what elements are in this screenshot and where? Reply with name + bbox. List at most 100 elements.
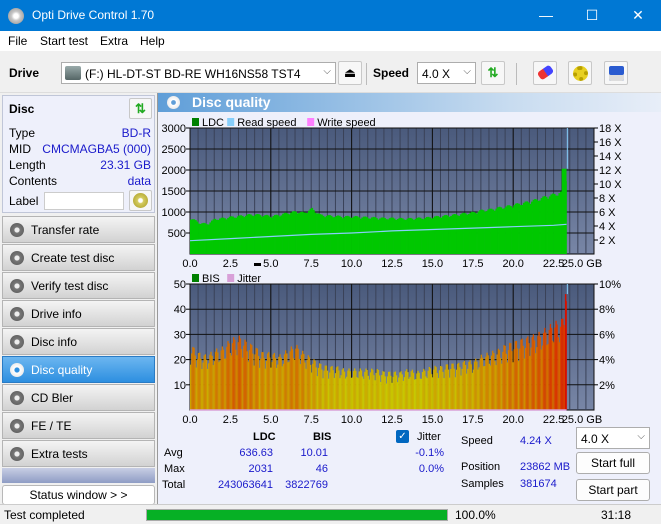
x-tick-label: 10.0 [341,258,362,270]
x-tick-label: 7.5 [304,414,319,426]
ldc-avg: 636.63 [239,447,273,459]
sidebar-spacer [2,468,155,483]
nav-cd-bler[interactable]: CD Bler [2,384,155,411]
nav-label: Transfer rate [31,223,100,237]
start-part-button[interactable]: Start part [576,479,650,501]
nav-label: Extra tests [31,447,88,461]
y2-tick-label: 8 X [599,193,616,205]
eject-icon: ⏏ [343,65,357,80]
disc-row-type: Type BD-R [9,126,151,142]
nav-disc-info[interactable]: Disc info [2,328,155,355]
x-tick-label: 7.5 [304,258,319,270]
disc-refresh-button[interactable]: ⇅ [129,98,152,119]
eraser-icon [536,64,555,81]
disc-icon [10,307,24,321]
label-input[interactable] [44,192,124,210]
minimize-button[interactable]: — [523,0,569,31]
refresh-arrows-icon: ⇅ [487,65,499,80]
toolbar-separator [366,63,367,85]
legend-swatch [307,118,315,126]
disc-icon [10,363,24,377]
samples-value: 381674 [520,478,557,490]
x-tick-label: 2.5 [223,414,238,426]
nav-disc-quality[interactable]: Disc quality [2,356,155,383]
nav-transfer-rate[interactable]: Transfer rate [2,216,155,243]
settings-button[interactable] [568,61,592,85]
maximize-button[interactable]: ☐ [569,0,615,31]
jitter-max: 0.0% [418,463,444,475]
elapsed-time: 31:18 [601,508,632,522]
x-tick-label: 10.0 [341,414,362,426]
legend-marker [254,263,261,266]
total-label: Total [162,479,186,491]
jitter-checkbox[interactable]: ✓ [396,430,409,443]
y2-tick-label: 6% [599,329,615,341]
disc-icon [167,96,180,109]
legend-label: BIS [202,273,220,285]
menu-extra[interactable]: Extra [100,34,128,48]
avg-label: Avg [164,447,183,459]
chart-1: 10 20 30 40 50 2% 4% 6% 8% 10% 0.0 2.5 5.0 7.5 10.0 12.… [174,263,621,426]
bis-total: 3822769 [285,479,328,491]
nav-verify-test-disc[interactable]: Verify test disc [2,272,155,299]
nav-extra-tests[interactable]: Extra tests [2,440,155,467]
drive-select[interactable]: (F:) HL-DT-ST BD-RE WH16NS58 TST4 ⌵ [61,62,336,84]
legend-swatch [227,274,235,282]
disc-icon [10,391,24,405]
ldc-total: 243063641 [217,479,273,491]
eject-button[interactable]: ⏏ [338,61,362,85]
row-key: Contents [9,174,58,188]
save-button[interactable] [604,61,628,85]
close-button[interactable]: ✕ [615,0,661,31]
y-tick-label: 3000 [162,123,186,135]
erase-button[interactable] [533,61,557,85]
nav-drive-info[interactable]: Drive info [2,300,155,327]
ldc-bar [561,168,567,254]
test-speed-select[interactable]: 4.0 X ⌵ [576,427,650,449]
bis-max: 46 [315,463,328,475]
x-tick-label: 25.0 GB [562,414,602,426]
y2-tick-label: 2% [599,380,615,392]
start-full-button[interactable]: Start full [576,452,650,474]
x-tick-label: 5.0 [263,414,278,426]
speed-select[interactable]: 4.0 X ⌵ [417,62,476,84]
col-ldc-header: LDC [253,431,276,443]
chevron-down-icon: ⌵ [463,66,471,77]
row-key: Length [9,158,46,172]
y-tick-label: 20 [174,355,186,367]
label-disc-button[interactable] [129,190,152,211]
position-value: 23862 MB [520,461,571,473]
y-tick-label: 2500 [162,144,186,156]
progress-bar [146,509,448,521]
nav-label: Create test disc [31,251,115,265]
status-window-button[interactable]: Status window > > [2,485,155,505]
x-tick-label: 25.0 GB [562,258,602,270]
speed-select-value: 4.0 X [422,67,451,81]
legend-label: LDC [202,117,224,129]
x-tick-label: 0.0 [182,414,197,426]
menu-start-test[interactable]: Start test [40,34,88,48]
x-tick-label: 20.0 [502,258,523,270]
nav-create-test-disc[interactable]: Create test disc [2,244,155,271]
y-tick-label: 10 [174,380,186,392]
panel-title: Disc quality [192,94,271,110]
menu-help[interactable]: Help [140,34,165,48]
y2-tick-label: 14 X [599,151,622,163]
disc-icon [10,419,24,433]
y-tick-label: 2000 [162,165,186,177]
nav-fe-te[interactable]: FE / TE [2,412,155,439]
refresh-button[interactable]: ⇅ [481,61,505,85]
app-disc-icon [8,8,24,24]
menu-file[interactable]: File [8,34,27,48]
y2-tick-label: 2 X [599,235,616,247]
speed-label: Speed [461,435,493,447]
bis-avg: 10.01 [300,447,328,459]
row-value: BD-R [121,126,151,140]
chart-0: 500 1000 1500 2000 2500 3000 2 X 4 X 6 X 8 X 10 X 1… [162,117,623,270]
row-key: Type [9,126,36,140]
x-tick-label: 15.0 [422,414,443,426]
x-tick-label: 17.5 [462,258,483,270]
ldc-max: 2031 [248,463,273,475]
disc-icon [10,279,24,293]
y2-tick-label: 4% [599,355,615,367]
